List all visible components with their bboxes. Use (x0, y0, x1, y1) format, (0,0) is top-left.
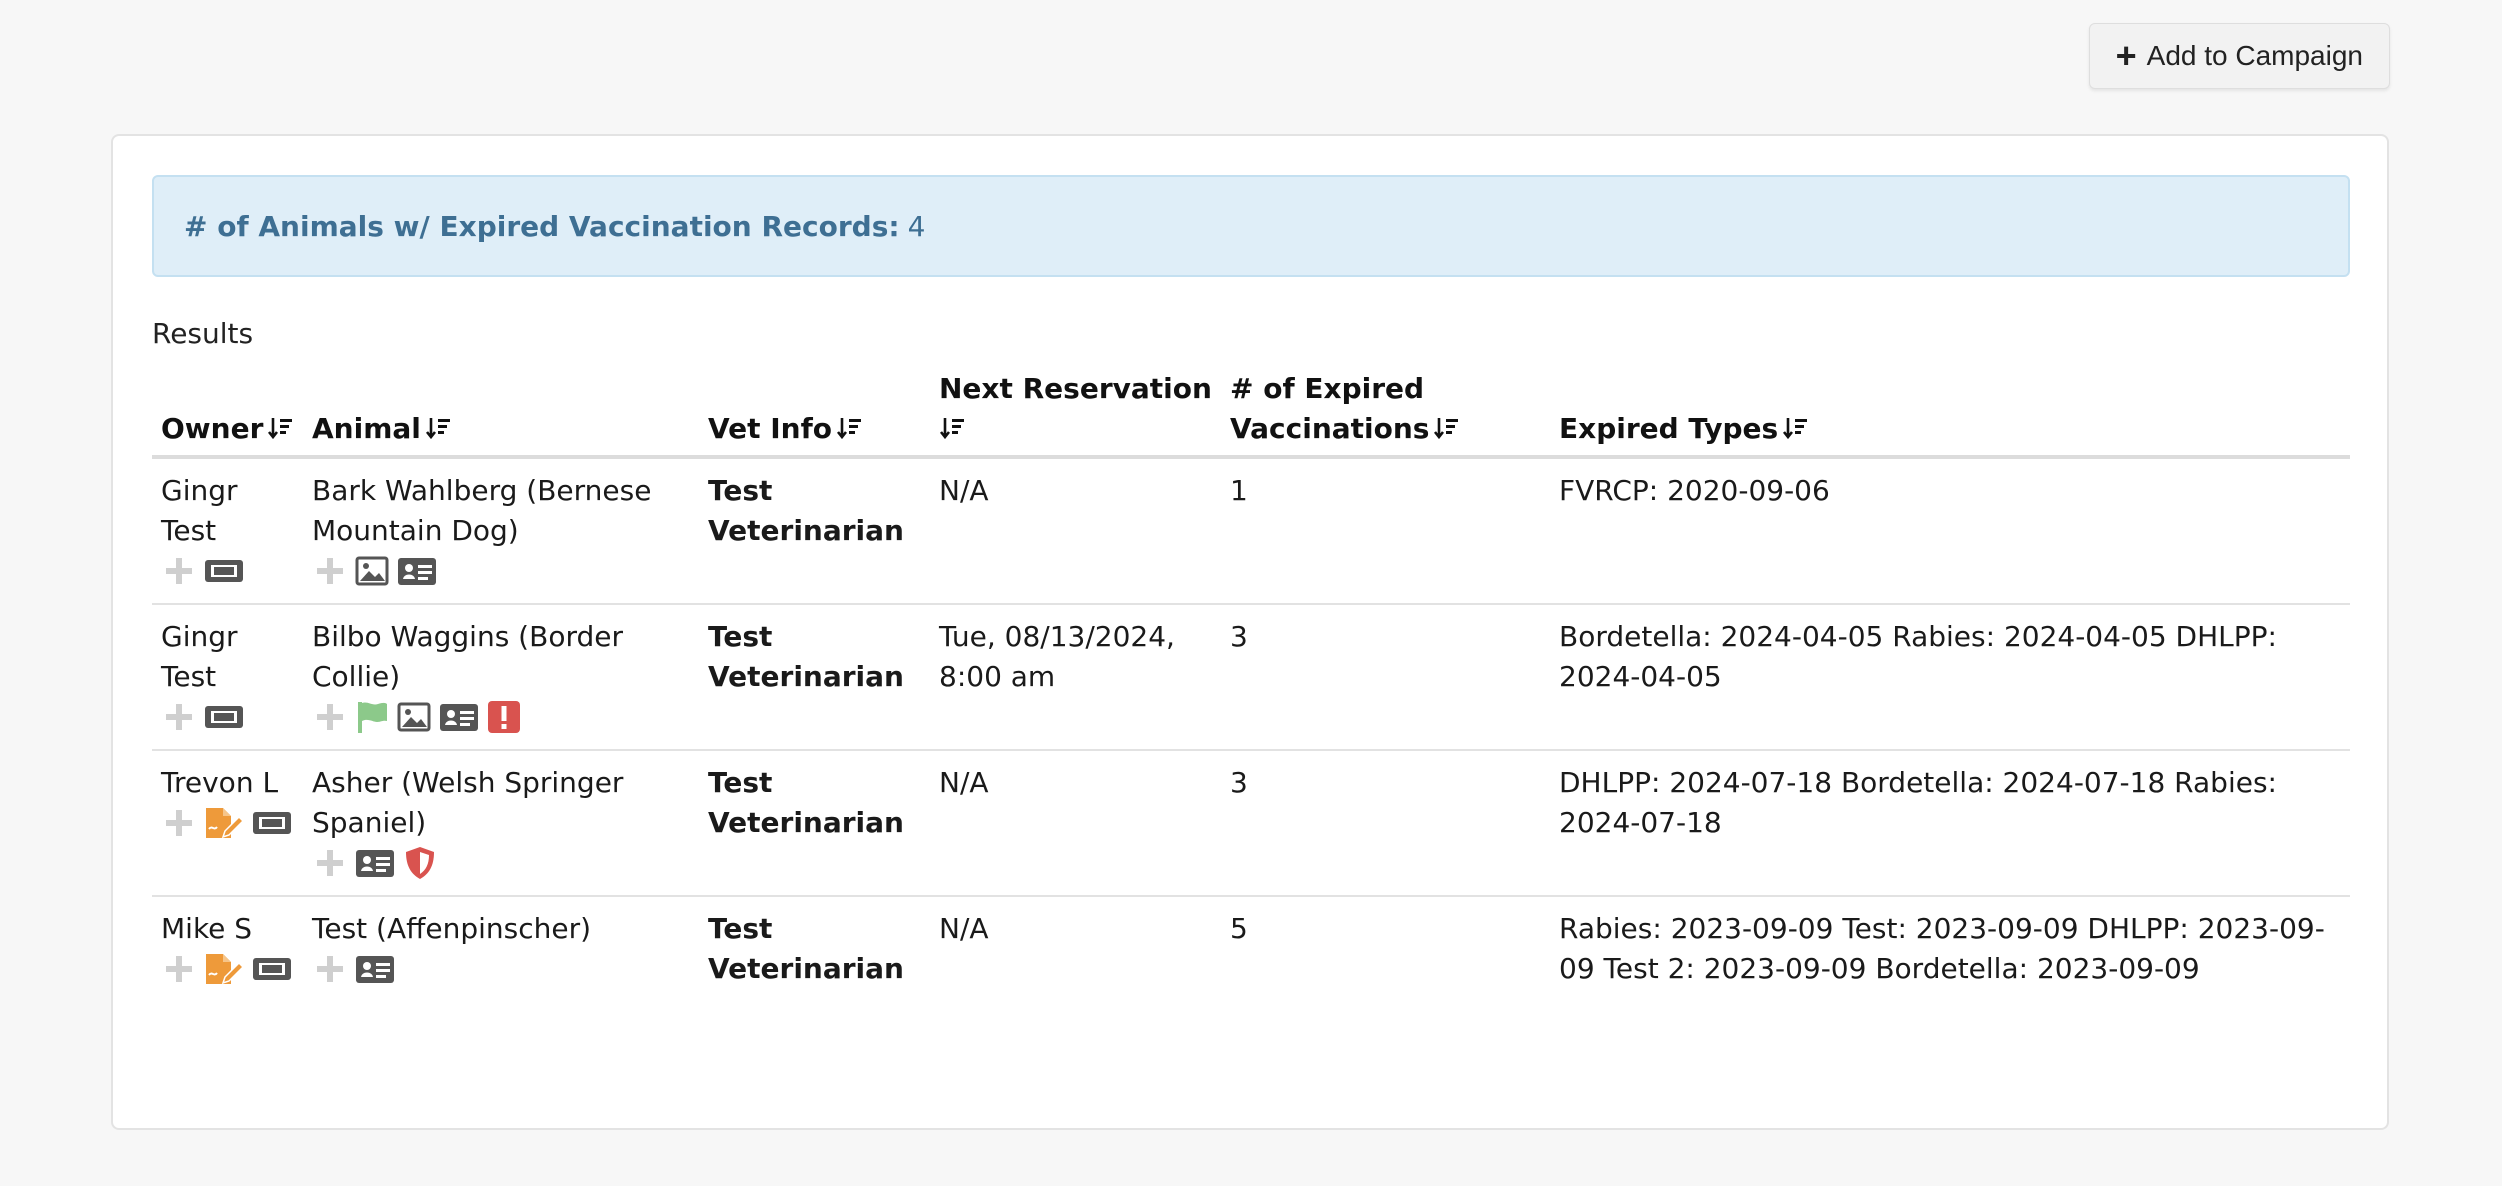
plus-icon[interactable] (161, 951, 197, 987)
table-header-row: Owner Animal Vet Info Next Reservation #… (152, 369, 2350, 459)
owner-name[interactable]: Trevon L (161, 763, 294, 803)
owner-cell: Trevon L (152, 750, 303, 897)
animal-actions (312, 845, 690, 881)
results-title: Results (152, 317, 254, 350)
animal-cell: Bark Wahlberg (Bernese Mountain Dog) (303, 457, 699, 605)
plus-icon[interactable] (312, 951, 348, 987)
owner-cell: Gingr Test (152, 457, 303, 605)
plus-icon[interactable] (161, 699, 197, 735)
expired-types-cell: DHLPP: 2024-07-18 Bordetella: 2024-07-18… (1550, 750, 2350, 897)
ticket-icon[interactable] (251, 951, 293, 987)
animal-cell: Asher (Welsh Springer Spaniel) (303, 750, 699, 897)
results-panel: # of Animals w/ Expired Vaccination Reco… (111, 134, 2389, 1130)
animal-actions (312, 553, 690, 589)
owner-actions (161, 805, 294, 841)
next-reservation-cell: Tue, 08/13/2024, 8:00 am (930, 604, 1221, 751)
image-icon[interactable] (354, 553, 390, 589)
alert-count: 4 (907, 209, 926, 243)
animal-name[interactable]: Asher (Welsh Springer Spaniel) (312, 763, 690, 843)
animal-actions (312, 699, 690, 735)
animal-actions (312, 951, 690, 987)
vet-info-cell: Test Veterinarian (699, 457, 930, 605)
owner-actions (161, 699, 294, 735)
animal-name[interactable]: Bilbo Waggins (Border Collie) (312, 617, 690, 697)
owner-cell: Mike S (152, 896, 303, 1003)
expired-types-cell: Bordetella: 2024-04-05 Rabies: 2024-04-0… (1550, 604, 2350, 751)
expired-types-cell: FVRCP: 2020-09-06 (1550, 457, 2350, 605)
alert-icon[interactable] (486, 699, 522, 735)
owner-actions (161, 951, 294, 987)
sort-icon (837, 418, 862, 440)
plus-icon[interactable] (312, 845, 348, 881)
owner-name[interactable]: Gingr Test (161, 617, 294, 697)
next-reservation-cell: N/A (930, 457, 1221, 605)
owner-actions (161, 553, 294, 589)
sort-icon (1434, 418, 1459, 440)
expired-count-cell: 3 (1221, 750, 1550, 897)
table-row: Trevon L Asher (Welsh Springer Spaniel) (152, 750, 2350, 897)
expired-count-alert: # of Animals w/ Expired Vaccination Reco… (152, 175, 2350, 277)
signature-icon[interactable] (203, 951, 245, 987)
ticket-icon[interactable] (203, 553, 245, 589)
shield-icon[interactable] (402, 845, 438, 881)
vet-info-cell: Test Veterinarian (699, 750, 930, 897)
next-reservation-cell: N/A (930, 750, 1221, 897)
animal-name[interactable]: Bark Wahlberg (Bernese Mountain Dog) (312, 471, 690, 551)
animal-cell: Test (Affenpinscher) (303, 896, 699, 1003)
plus-icon[interactable] (312, 699, 348, 735)
table-row: Gingr Test Bilbo Waggins (Border Collie) (152, 604, 2350, 751)
add-to-campaign-button[interactable]: + Add to Campaign (2088, 23, 2390, 89)
col-expired-types-header[interactable]: Expired Types (1550, 369, 2350, 459)
table-row: Mike S Test (Affenpinscher) Test Veterin… (152, 896, 2350, 1003)
col-animal-header[interactable]: Animal (303, 369, 699, 459)
image-icon[interactable] (396, 699, 432, 735)
col-owner-header[interactable]: Owner (152, 369, 303, 459)
owner-cell: Gingr Test (152, 604, 303, 751)
ticket-icon[interactable] (203, 699, 245, 735)
owner-name[interactable]: Gingr Test (161, 471, 294, 551)
plus-icon: + (2115, 35, 2137, 76)
id-card-icon[interactable] (354, 845, 396, 881)
owner-name[interactable]: Mike S (161, 909, 294, 949)
animal-cell: Bilbo Waggins (Border Collie) (303, 604, 699, 751)
results-table: Owner Animal Vet Info Next Reservation #… (152, 369, 2350, 1003)
expired-count-cell: 5 (1230, 912, 1248, 945)
expired-types-cell: Rabies: 2023-09-09 Test: 2023-09-09 DHLP… (1559, 912, 2325, 985)
expired-count-cell: 3 (1221, 604, 1550, 751)
signature-icon[interactable] (203, 805, 245, 841)
col-expired-count-header[interactable]: # of Expired Vaccinations (1221, 369, 1550, 459)
results-body: Gingr Test Bark Wahlberg (Bernese Mounta… (152, 457, 2350, 1003)
flag-icon[interactable] (354, 699, 390, 735)
plus-icon[interactable] (312, 553, 348, 589)
add-to-campaign-label: Add to Campaign (2146, 40, 2363, 71)
expired-count-cell: 1 (1221, 457, 1550, 605)
vet-info-cell: Test Veterinarian (708, 912, 904, 985)
id-card-icon[interactable] (396, 553, 438, 589)
toolbar: + Add to Campaign (2088, 23, 2390, 89)
alert-label: # of Animals w/ Expired Vaccination Reco… (184, 209, 900, 243)
ticket-icon[interactable] (251, 805, 293, 841)
sort-icon (939, 418, 964, 440)
table-row: Gingr Test Bark Wahlberg (Bernese Mounta… (152, 457, 2350, 605)
plus-icon[interactable] (161, 805, 197, 841)
next-reservation-cell: N/A (939, 912, 989, 945)
id-card-icon[interactable] (438, 699, 480, 735)
sort-icon (1783, 418, 1808, 440)
col-next-reservation-header[interactable]: Next Reservation (930, 369, 1221, 459)
id-card-icon[interactable] (354, 951, 396, 987)
animal-name[interactable]: Test (Affenpinscher) (312, 909, 690, 949)
sort-icon (268, 418, 293, 440)
col-vet-header[interactable]: Vet Info (699, 369, 930, 459)
plus-icon[interactable] (161, 553, 197, 589)
vet-info-cell: Test Veterinarian (699, 604, 930, 751)
sort-icon (425, 418, 450, 440)
